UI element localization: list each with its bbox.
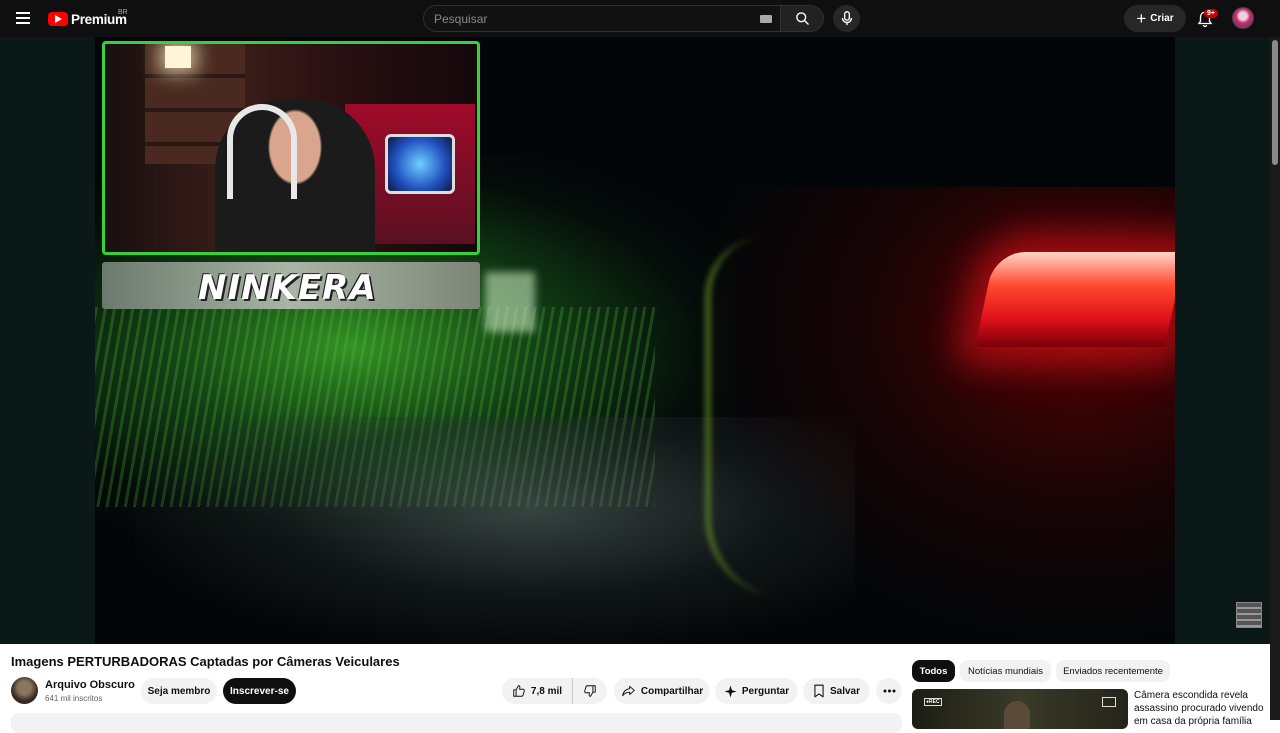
join-button[interactable]: Seja membro [141, 678, 217, 704]
streamer-name-banner: NINKERA [102, 262, 480, 309]
chip-world-news[interactable]: Notícias mundiais [960, 660, 1051, 682]
webcam-headset [227, 104, 297, 199]
keyboard-icon[interactable] [760, 15, 772, 23]
mic-icon [841, 11, 852, 26]
search-input[interactable] [424, 6, 760, 31]
recommendation-title[interactable]: Câmera escondida revela assassino procur… [1134, 689, 1268, 728]
share-label: Compartilhar [640, 685, 704, 697]
webcam-crt-screen [385, 134, 455, 194]
ask-label: Perguntar [741, 685, 790, 697]
video-title: Imagens PERTURBADORAS Captadas por Câmer… [11, 654, 400, 669]
webcam-lamp [165, 46, 191, 68]
share-button[interactable]: Compartilhar [614, 678, 710, 704]
scene-taillight [974, 252, 1175, 347]
notification-badge: 9+ [1204, 9, 1218, 18]
chip-todos[interactable]: Todos [912, 660, 955, 682]
dislike-icon [584, 685, 596, 697]
save-label: Salvar [829, 685, 861, 697]
chip-recently-uploaded[interactable]: Enviados recentemente [1056, 660, 1170, 682]
search-box [423, 5, 824, 32]
search-icon [795, 12, 809, 25]
youtube-logo[interactable]: Premium [48, 10, 127, 28]
video-frame[interactable]: NINKERA [95, 37, 1175, 644]
ask-button[interactable]: Perguntar [715, 678, 798, 704]
more-actions-button[interactable] [876, 678, 902, 704]
top-header: Premium BR + Criar 9+ [0, 0, 1280, 37]
create-button[interactable]: + Criar [1124, 5, 1186, 32]
youtube-logo-icon [48, 12, 68, 26]
like-icon [513, 685, 525, 697]
channel-avatar[interactable] [11, 677, 38, 704]
rec-badge: ●REC [924, 698, 942, 706]
dislike-button[interactable] [572, 678, 607, 704]
bookmark-icon [814, 684, 824, 698]
subscriber-count: 641 mil inscritos [45, 694, 103, 703]
search-button[interactable] [780, 6, 823, 31]
scene-car-edge [705, 237, 825, 597]
subscribe-button[interactable]: Inscrever-se [223, 678, 296, 704]
scrollbar-thumb[interactable] [1272, 40, 1278, 165]
chip-label: Todos [919, 665, 948, 677]
voice-search-button[interactable] [833, 5, 860, 32]
plus-icon: + [1136, 9, 1147, 28]
thumbnail-figure [1004, 701, 1030, 729]
video-player[interactable]: NINKERA [0, 37, 1270, 644]
streamer-webcam-overlay [102, 41, 480, 255]
recommendation-thumbnail[interactable]: ●REC [912, 689, 1128, 729]
account-avatar[interactable] [1232, 7, 1254, 29]
chip-label: Notícias mundiais [968, 665, 1043, 677]
region-code: BR [118, 9, 128, 16]
subscribe-label: Inscrever-se [230, 685, 289, 697]
menu-icon[interactable] [16, 12, 30, 24]
chip-label: Enviados recentemente [1063, 665, 1163, 677]
create-label: Criar [1150, 13, 1174, 24]
join-label: Seja membro [147, 685, 211, 697]
thumbnail-frame-icon [1102, 697, 1116, 707]
like-count: 7,8 mil [530, 685, 563, 697]
channel-watermark[interactable] [1236, 602, 1262, 628]
channel-name[interactable]: Arquivo Obscuro [45, 679, 135, 691]
banner-text: NINKERA [198, 268, 377, 308]
save-button[interactable]: Salvar [803, 678, 870, 704]
scene-road-post [485, 272, 535, 332]
description-box[interactable] [11, 713, 902, 733]
more-icon [883, 689, 895, 693]
share-icon [622, 685, 635, 697]
like-button[interactable]: 7,8 mil [502, 678, 572, 704]
sparkle-icon [724, 685, 737, 697]
